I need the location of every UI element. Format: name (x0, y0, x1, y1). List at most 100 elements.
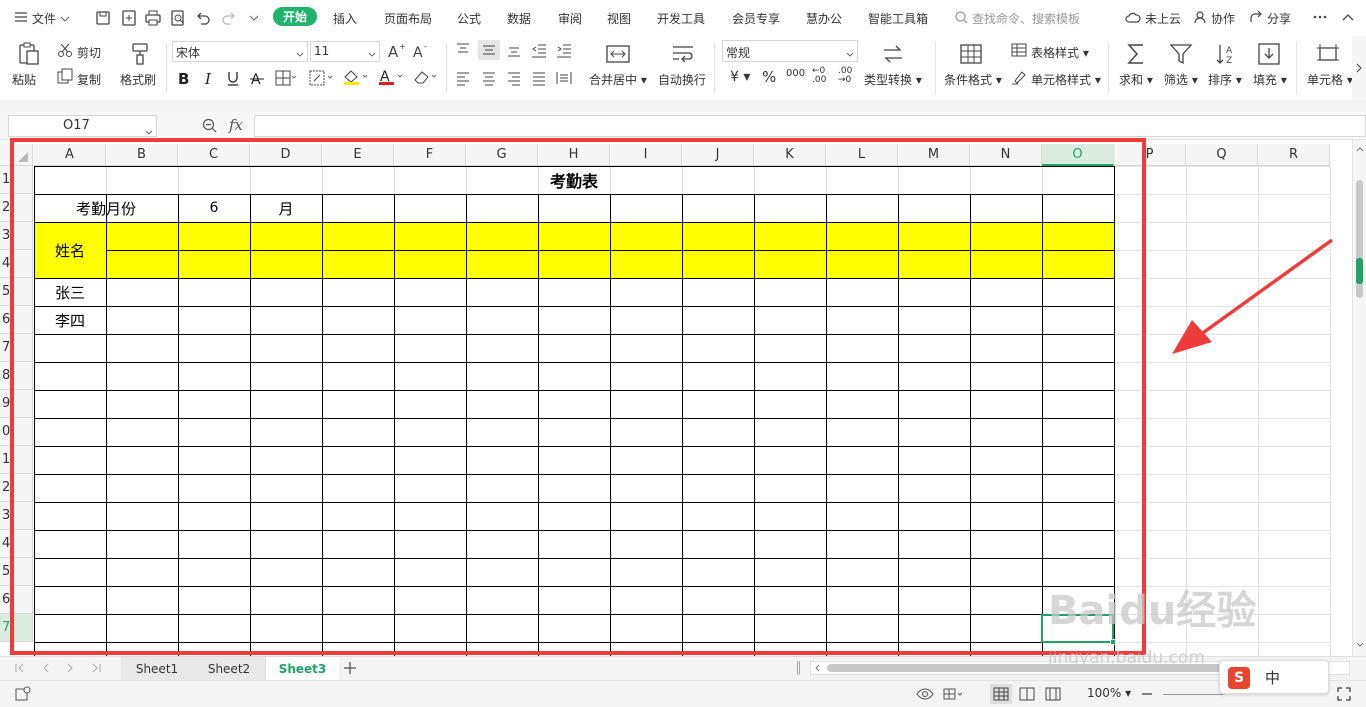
share-button[interactable]: 分享 (1249, 10, 1291, 27)
normal-view-icon[interactable] (990, 684, 1012, 704)
column-header-I[interactable]: I (610, 144, 682, 166)
paste-button[interactable]: 粘贴 (12, 71, 36, 88)
table-style-icon[interactable] (1011, 42, 1027, 58)
month-unit-cell[interactable]: 月 (250, 194, 322, 222)
scroll-left-icon[interactable] (813, 664, 821, 672)
row-header[interactable]: 7 (0, 614, 33, 642)
format-painter-button[interactable]: 格式刷 (120, 71, 156, 88)
tab-split-handle[interactable] (797, 661, 800, 675)
justify-icon[interactable] (531, 70, 547, 86)
percent-button[interactable]: % (762, 68, 776, 86)
prev-sheet-icon[interactable] (40, 662, 52, 674)
column-header-J[interactable]: J (682, 144, 754, 166)
tab-6[interactable]: 审阅 (558, 10, 582, 27)
row-header[interactable]: 6 (0, 306, 33, 334)
column-header-G[interactable]: G (466, 144, 538, 166)
wrap-text-icon[interactable] (671, 42, 695, 66)
tab-3[interactable]: 页面布局 (384, 10, 432, 27)
row-header[interactable]: 5 (0, 278, 33, 306)
tab-2[interactable]: 插入 (333, 10, 357, 27)
row-header[interactable]: 2 (0, 194, 33, 222)
zoom-level[interactable]: 100% ▾ (1087, 686, 1131, 700)
vertical-scrollbar[interactable] (1352, 140, 1366, 656)
row-header[interactable]: 4 (0, 250, 33, 278)
quick-access-dropdown-icon[interactable] (248, 12, 260, 24)
tab-8[interactable]: 开发工具 (657, 10, 705, 27)
row-header[interactable]: 1 (0, 166, 33, 194)
decrease-indent-icon[interactable] (531, 42, 547, 58)
row-header[interactable]: 6 (0, 586, 33, 614)
merge-center-button[interactable]: 合并居中 ▾ (589, 71, 647, 88)
row-header[interactable]: 1 (0, 446, 33, 474)
type-convert-icon[interactable] (881, 42, 905, 66)
column-header-P[interactable]: P (1114, 144, 1186, 166)
increase-font-icon[interactable]: A + (387, 42, 405, 60)
copy-icon[interactable] (57, 68, 73, 84)
column-header-O[interactable]: O (1042, 144, 1114, 166)
sum-icon[interactable] (1124, 42, 1148, 66)
fill-color-icon[interactable] (342, 68, 370, 86)
italic-icon[interactable]: I (201, 70, 217, 86)
thousands-button[interactable]: 000 (786, 68, 805, 79)
row-header[interactable]: 0 (0, 418, 33, 446)
align-left-icon[interactable] (455, 70, 471, 86)
column-header-F[interactable]: F (394, 144, 466, 166)
scroll-down-icon[interactable] (1355, 640, 1365, 650)
sort-button[interactable]: 排序 ▾ (1208, 71, 1242, 88)
decrease-font-icon[interactable]: A- (412, 42, 430, 60)
tab-9[interactable]: 会员专享 (732, 10, 780, 27)
row-header[interactable]: 5 (0, 558, 33, 586)
fill-down-icon[interactable] (1257, 42, 1281, 66)
name-cell[interactable]: 张三 (34, 278, 106, 306)
formula-input[interactable] (254, 115, 1366, 137)
merge-center-icon[interactable] (606, 42, 630, 66)
cell-locate-icon[interactable] (942, 686, 966, 702)
border-icon[interactable] (275, 70, 297, 86)
align-bottom-icon[interactable] (506, 42, 522, 58)
tab-10[interactable]: 慧办公 (806, 10, 842, 27)
scroll-up-icon[interactable] (1355, 144, 1365, 154)
zoom-formula-icon[interactable] (202, 118, 218, 134)
eye-protect-icon[interactable] (916, 686, 934, 702)
column-header-Q[interactable]: Q (1186, 144, 1258, 166)
paste-icon[interactable] (17, 42, 41, 66)
copy-button[interactable]: 复制 (77, 71, 101, 88)
bold-icon[interactable]: B (176, 70, 192, 86)
column-header-R[interactable]: R (1258, 144, 1330, 166)
type-convert-button[interactable]: 类型转换 ▾ (864, 71, 922, 88)
export-pdf-icon[interactable] (121, 10, 137, 26)
font-color-icon[interactable]: A (377, 68, 405, 86)
row-header[interactable]: 3 (0, 222, 33, 250)
row-header[interactable]: 9 (0, 390, 33, 418)
cell-format-button[interactable]: 单元格 ▾ (1307, 71, 1353, 88)
tab-5[interactable]: 数据 (507, 10, 531, 27)
name-header-cell[interactable]: 姓名 (34, 222, 106, 278)
sheet-tab[interactable]: Sheet3 (266, 657, 339, 681)
tab-1[interactable]: 开始 (273, 7, 318, 26)
zoom-slider[interactable] (1163, 694, 1223, 695)
conditional-format-icon[interactable] (959, 42, 983, 66)
cell-style-fill-icon[interactable] (309, 70, 335, 86)
ime-toolbar[interactable]: S 中 (1219, 660, 1329, 694)
number-format-select[interactable]: 常规 (722, 40, 858, 62)
cloud-status-button[interactable]: 未上云 (1125, 10, 1181, 27)
name-box[interactable]: O17 (8, 115, 157, 137)
align-right-icon[interactable] (506, 70, 522, 86)
align-middle-icon[interactable] (478, 40, 500, 60)
tab-11[interactable]: 智能工具箱 (868, 10, 928, 27)
column-header-B[interactable]: B (106, 144, 178, 166)
cell-style-icon[interactable] (1011, 69, 1027, 85)
add-sheet-icon[interactable] (342, 660, 358, 676)
more-options-icon[interactable] (1312, 9, 1328, 25)
next-sheet-icon[interactable] (64, 662, 76, 674)
page-layout-view-icon[interactable] (1018, 686, 1036, 702)
sheet-tab[interactable]: Sheet2 (193, 657, 266, 681)
underline-icon[interactable] (225, 70, 241, 86)
column-header-M[interactable]: M (898, 144, 970, 166)
font-name-select[interactable]: 宋体 (172, 41, 308, 62)
collaborate-button[interactable]: 协作 (1193, 10, 1235, 27)
last-sheet-icon[interactable] (90, 662, 102, 674)
select-all-corner[interactable] (0, 144, 33, 166)
active-cell-selection[interactable] (1041, 614, 1116, 645)
column-header-N[interactable]: N (970, 144, 1042, 166)
